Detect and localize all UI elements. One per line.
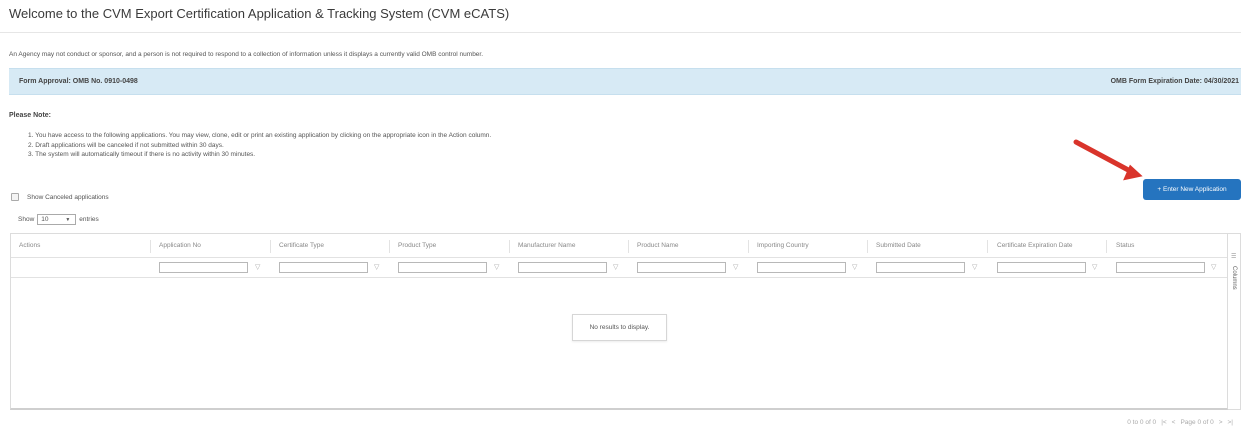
note-item: 2. Draft applications will be canceled i… (28, 141, 224, 149)
column-header-certificate-expiration-date[interactable]: Certificate Expiration Date (997, 242, 1073, 249)
entries-value: 10 (41, 216, 49, 223)
filter-certificate-expiration-date-input[interactable] (997, 262, 1086, 273)
column-header-certificate-type[interactable]: Certificate Type (279, 242, 324, 249)
column-divider[interactable] (987, 240, 988, 253)
entries-suffix: entries (79, 216, 99, 223)
omb-notice: An Agency may not conduct or sponsor, an… (9, 51, 484, 58)
column-divider[interactable] (389, 240, 390, 253)
column-divider[interactable] (509, 240, 510, 253)
column-header-status[interactable]: Status (1116, 242, 1134, 249)
title-divider (0, 32, 1241, 33)
filter-application-no-input[interactable] (159, 262, 248, 273)
note-item: 3. The system will automatically timeout… (28, 151, 256, 158)
filter-icon[interactable]: ▽ (1092, 263, 1097, 271)
column-divider[interactable] (748, 240, 749, 253)
column-divider[interactable] (867, 240, 868, 253)
show-canceled-toggle[interactable]: Show Canceled applications (11, 193, 109, 201)
omb-expiration: OMB Form Expiration Date: 04/30/2021 (1110, 78, 1239, 85)
show-canceled-label: Show Canceled applications (27, 193, 109, 201)
column-header-manufacturer-name[interactable]: Manufacturer Name (518, 242, 575, 249)
filter-importing-country-input[interactable] (757, 262, 846, 273)
last-page-icon[interactable]: >| (1228, 419, 1233, 426)
filter-icon[interactable]: ▽ (733, 263, 738, 271)
applications-grid: Actions Application No Certificate Type … (10, 233, 1228, 410)
note-item: 1. You have access to the following appl… (28, 132, 492, 139)
entries-control: Show 10 ▼ entries (18, 214, 99, 225)
empty-results-message: No results to display. (572, 314, 667, 341)
column-header-application-no[interactable]: Application No (159, 242, 201, 249)
previous-page-icon[interactable]: < (1172, 419, 1176, 426)
page-title: Welcome to the CVM Export Certification … (9, 6, 510, 21)
note-heading: Please Note: (9, 112, 52, 119)
show-canceled-checkbox[interactable] (11, 193, 19, 201)
grid-header: Actions Application No Certificate Type … (11, 234, 1227, 258)
column-header-product-name[interactable]: Product Name (637, 242, 679, 249)
filter-product-name-input[interactable] (637, 262, 726, 273)
filter-product-type-input[interactable] (398, 262, 487, 273)
filter-icon[interactable]: ▽ (852, 263, 857, 271)
filter-icon[interactable]: ▽ (494, 263, 499, 271)
pager-range: 0 to 0 of 0 (1127, 419, 1157, 426)
filter-icon[interactable]: ▽ (1211, 263, 1216, 271)
column-header-importing-country[interactable]: Importing Country (757, 242, 809, 249)
column-header-product-type[interactable]: Product Type (398, 242, 436, 249)
filter-icon[interactable]: ▽ (972, 263, 977, 271)
column-divider[interactable] (1106, 240, 1107, 253)
entries-select[interactable]: 10 ▼ (37, 214, 77, 225)
filter-row: ▽ ▽ ▽ ▽ ▽ ▽ ▽ ▽ ▽ (11, 258, 1227, 278)
omb-approval: Form Approval: OMB No. 0910-0498 (19, 78, 138, 85)
pager-page: Page 0 of 0 (1180, 419, 1214, 426)
omb-bar: Form Approval: OMB No. 0910-0498 OMB For… (9, 68, 1241, 95)
filter-icon[interactable]: ▽ (613, 263, 618, 271)
columns-panel-label[interactable]: Columns (1231, 266, 1237, 290)
filter-status-input[interactable] (1116, 262, 1205, 273)
filter-submitted-date-input[interactable] (876, 262, 965, 273)
next-page-icon[interactable]: > (1219, 419, 1223, 426)
column-divider[interactable] (150, 240, 151, 253)
filter-icon[interactable]: ▽ (374, 263, 379, 271)
entries-prefix: Show (18, 216, 35, 223)
column-header-actions[interactable]: Actions (19, 242, 40, 249)
enter-new-application-button[interactable]: + Enter New Application (1143, 179, 1241, 200)
column-divider[interactable] (270, 240, 271, 253)
filter-manufacturer-name-input[interactable] (518, 262, 607, 273)
note-list: 1. You have access to the following appl… (28, 131, 491, 160)
caret-down-icon: ▼ (65, 217, 71, 223)
filter-icon[interactable]: ▽ (255, 263, 260, 271)
column-header-submitted-date[interactable]: Submitted Date (876, 242, 921, 249)
filter-certificate-type-input[interactable] (279, 262, 368, 273)
menu-icon[interactable]: ☰ (1231, 253, 1236, 260)
pagination: 0 to 0 of 0 |< < Page 0 of 0 > >| (1127, 419, 1233, 426)
columns-side-panel[interactable]: ☰ Columns (1228, 233, 1241, 410)
first-page-icon[interactable]: |< (1161, 419, 1166, 426)
red-arrow-icon (1073, 139, 1143, 181)
column-divider[interactable] (628, 240, 629, 253)
